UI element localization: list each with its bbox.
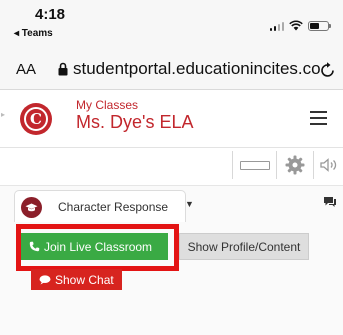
character-response-tab[interactable]: Character Response ▼ — [14, 190, 194, 222]
system-icons — [269, 20, 331, 31]
toolbar — [232, 150, 343, 180]
chevron-down-icon: ▼ — [185, 199, 194, 209]
battery-icon — [308, 20, 331, 31]
signal-icon — [269, 21, 284, 31]
phone-icon — [29, 241, 40, 252]
sound-button[interactable] — [313, 151, 343, 179]
hamburger-menu-icon[interactable] — [310, 111, 327, 125]
show-profile-content-button[interactable]: Show Profile/Content — [179, 233, 309, 260]
status-bar: 4:18 ◂ Teams — [0, 0, 343, 50]
horizontal-rule-icon — [239, 160, 270, 170]
reload-icon[interactable] — [320, 61, 336, 79]
status-time: 4:18 — [35, 6, 66, 23]
school-logo[interactable]: C — [20, 103, 52, 135]
class-title: Ms. Dye's ELA — [76, 112, 194, 132]
join-live-classroom-label: Join Live Classroom — [44, 239, 153, 254]
chat-icon — [39, 274, 51, 284]
sidebar-expand-icon[interactable]: ▸ — [1, 110, 5, 119]
graduation-cap-icon — [21, 197, 42, 218]
text-size-button[interactable]: AA — [16, 61, 36, 78]
join-live-classroom-button[interactable]: Join Live Classroom — [21, 233, 168, 260]
show-chat-label: Show Chat — [55, 272, 114, 287]
horizontal-rule-button[interactable] — [232, 151, 276, 179]
logo-letter: C — [24, 107, 48, 131]
settings-button[interactable] — [276, 151, 313, 179]
wifi-icon — [289, 20, 303, 31]
my-classes-link[interactable]: My Classes — [76, 98, 138, 112]
show-chat-button[interactable]: Show Chat — [31, 269, 122, 290]
url-field[interactable]: studentportal.educationincites.co — [73, 59, 323, 79]
app-header: ▸ C My Classes Ms. Dye's ELA — [0, 90, 343, 148]
back-to-app-link[interactable]: ◂ Teams — [14, 28, 53, 39]
browser-address-bar: AA studentportal.educationincites.co — [0, 50, 343, 90]
lock-icon — [58, 62, 68, 76]
character-response-label: Character Response — [58, 200, 169, 214]
sound-icon — [319, 158, 336, 172]
chat-bubble-icon[interactable] — [323, 196, 337, 211]
gear-icon — [285, 155, 305, 175]
